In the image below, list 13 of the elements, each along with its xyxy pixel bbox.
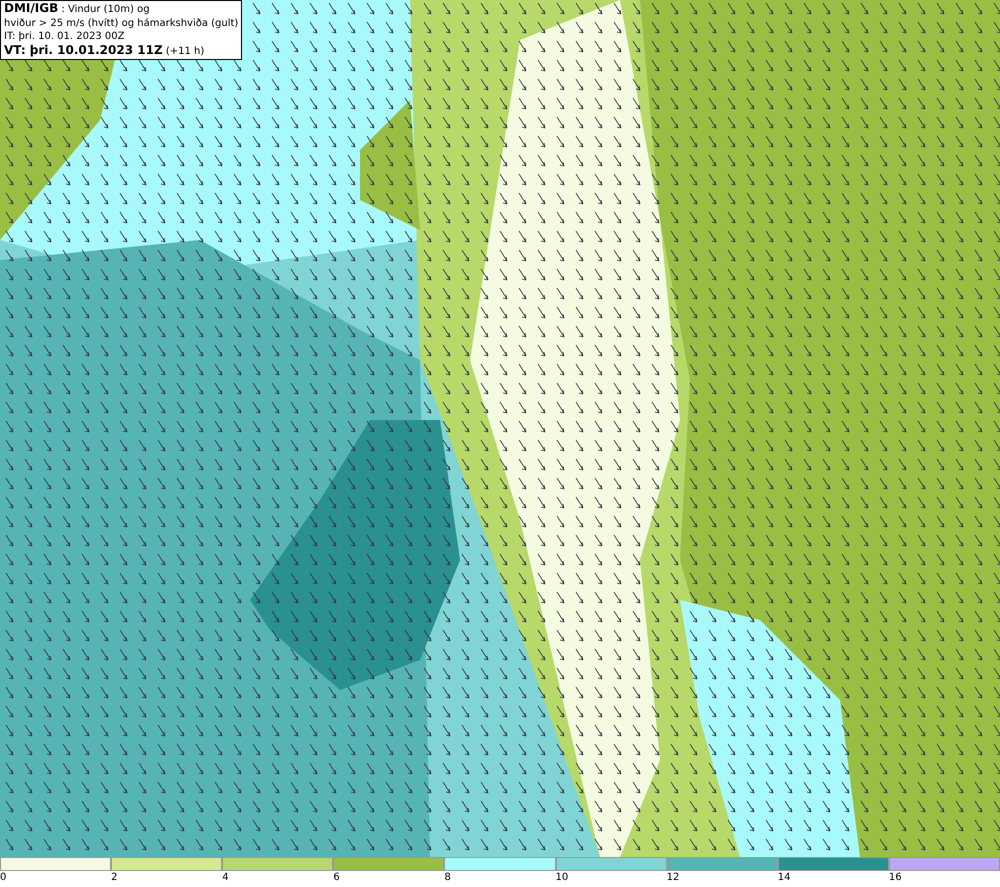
tick-label: 16 — [888, 871, 902, 885]
tick-label: 14 — [778, 871, 790, 885]
info-text: VT: þri. 10.01.2023 11Z (+11 h) — [4, 44, 206, 58]
tick-label: 0 — [0, 871, 6, 885]
tick-label: 2 — [111, 871, 118, 885]
tick-label: 8 — [444, 871, 451, 885]
tick-label: 6 — [333, 871, 340, 885]
info-text: DMI/IGB : Vindur (10m) og — [4, 2, 151, 16]
info-text: hviður > 25 m/s (hvítt) og hámarkshviða (gult) — [4, 16, 238, 30]
tick-label: 10 — [556, 871, 568, 885]
info-text: IT: þri. 10. 01. 2023 00Z — [4, 30, 126, 44]
tick-label: 12 — [666, 871, 680, 885]
tick-label: 4 — [222, 871, 229, 885]
